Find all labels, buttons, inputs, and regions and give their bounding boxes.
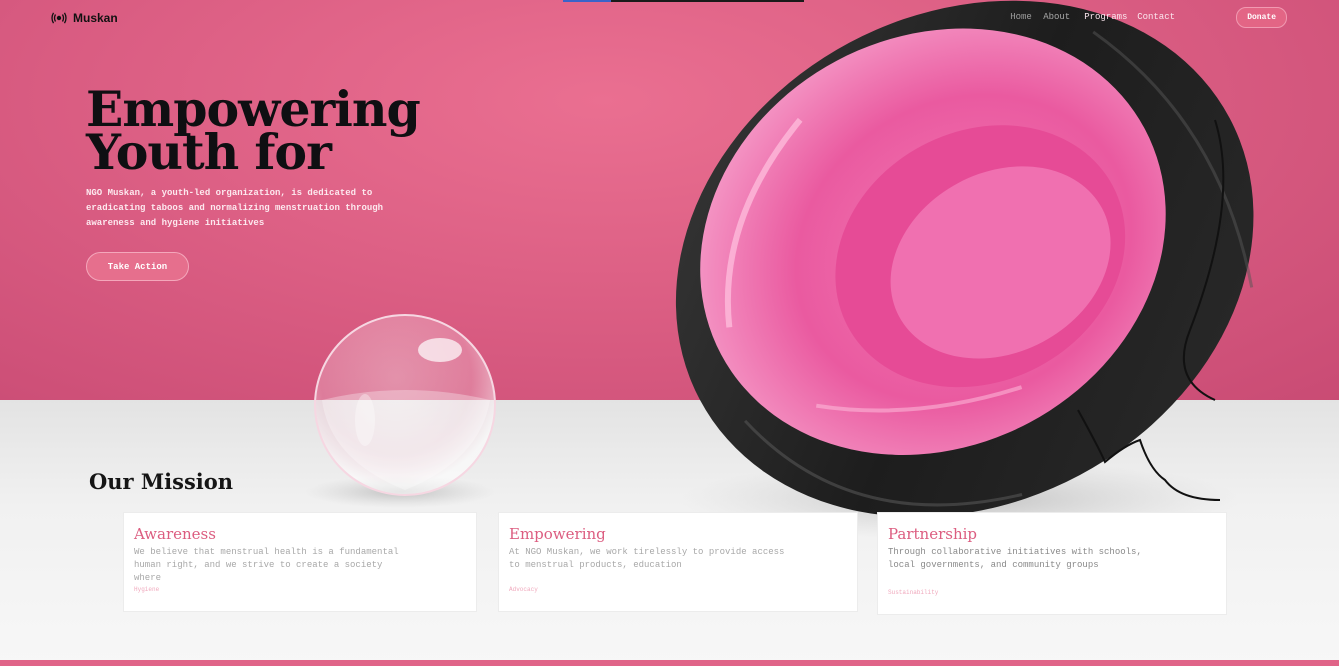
card-title: Awareness	[134, 525, 216, 543]
nav-link-about[interactable]: About	[1043, 12, 1070, 22]
card-text: We believe that menstrual health is a fu…	[134, 547, 399, 583]
hero-title-line2: Youth for	[86, 123, 332, 181]
nav-link-contact[interactable]: Contact	[1137, 12, 1175, 22]
card-title: Empowering	[509, 525, 606, 543]
card-text: Through collaborative initiatives with s…	[888, 547, 1142, 570]
mission-card-empowering[interactable]: Empowering At NGO Muskan, we work tirele…	[498, 512, 858, 612]
card-tag[interactable]: Hygiene	[134, 586, 159, 593]
mission-card-partnership[interactable]: Partnership Through collaborative initia…	[877, 512, 1227, 615]
card-text: At NGO Muskan, we work tirelessly to pro…	[509, 547, 785, 570]
hero-subtitle: NGO Muskan, a youth-led organization, is…	[86, 188, 384, 228]
nav-link-home[interactable]: Home	[1010, 12, 1032, 22]
nav-link-programs[interactable]: Programs	[1084, 12, 1127, 22]
card-title: Partnership	[888, 525, 978, 543]
mission-heading: Our Mission	[89, 469, 234, 494]
card-tag[interactable]: Advocacy	[509, 586, 538, 593]
brand-name: Muskan	[73, 11, 118, 25]
mission-card-awareness[interactable]: Awareness We believe that menstrual heal…	[123, 512, 477, 612]
brand-logo[interactable]: Muskan	[51, 10, 118, 26]
main-nav: Home About Programs Contact Donate	[1010, 7, 1287, 28]
section-divider	[0, 660, 1339, 666]
donate-button[interactable]: Donate	[1236, 7, 1287, 28]
progress-accent	[563, 0, 804, 2]
broadcast-icon	[51, 12, 67, 24]
hero-title: Empowering Youth for	[86, 85, 446, 177]
take-action-button[interactable]: Take Action	[86, 252, 189, 281]
card-tag[interactable]: Sustainability	[888, 589, 938, 596]
